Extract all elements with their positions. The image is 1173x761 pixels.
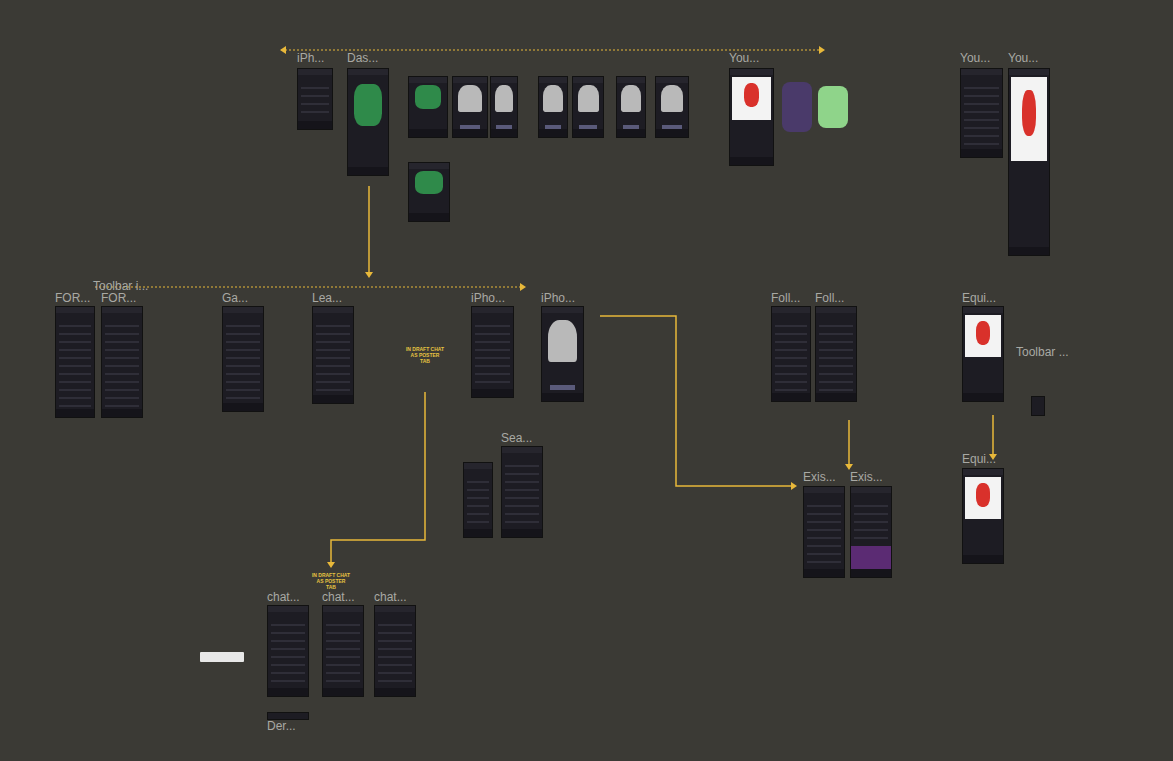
frame-label[interactable]: Equi... bbox=[962, 291, 996, 305]
phone-frame[interactable] bbox=[322, 605, 364, 697]
frame-label[interactable]: Das... bbox=[347, 51, 378, 65]
connector-arrows bbox=[0, 0, 1173, 761]
phone-frame[interactable] bbox=[771, 306, 811, 402]
image-block[interactable] bbox=[200, 652, 244, 662]
phone-frame[interactable] bbox=[1031, 396, 1045, 416]
phone-frame[interactable] bbox=[962, 306, 1004, 402]
frame-label[interactable]: Der... bbox=[267, 719, 296, 733]
phone-frame[interactable] bbox=[452, 76, 488, 138]
phone-frame[interactable] bbox=[463, 462, 493, 538]
phone-frame[interactable] bbox=[267, 712, 309, 720]
phone-frame[interactable] bbox=[222, 306, 264, 412]
frame-label[interactable]: iPho... bbox=[471, 291, 505, 305]
phone-frame[interactable] bbox=[541, 306, 584, 402]
sticky-note[interactable]: IN DRAFT CHAT AS POSTER TAB bbox=[311, 572, 351, 590]
frame-label[interactable]: iPh... bbox=[297, 51, 324, 65]
phone-frame[interactable] bbox=[347, 68, 389, 176]
phone-frame[interactable] bbox=[374, 605, 416, 697]
phone-frame[interactable] bbox=[803, 486, 845, 578]
frame-label[interactable]: FOR... bbox=[101, 291, 136, 305]
phone-frame[interactable] bbox=[471, 306, 514, 398]
image-block[interactable] bbox=[782, 82, 812, 132]
image-block[interactable] bbox=[818, 86, 848, 128]
frame-label[interactable]: Exis... bbox=[803, 470, 836, 484]
phone-frame[interactable] bbox=[490, 76, 518, 138]
frame-label[interactable]: You... bbox=[1008, 51, 1038, 65]
frame-label[interactable]: You... bbox=[960, 51, 990, 65]
phone-frame[interactable] bbox=[815, 306, 857, 402]
phone-frame[interactable] bbox=[960, 68, 1003, 158]
phone-frame[interactable] bbox=[408, 162, 450, 222]
frame-label[interactable]: chat... bbox=[374, 590, 407, 604]
frame-label[interactable]: chat... bbox=[267, 590, 300, 604]
phone-frame[interactable] bbox=[616, 76, 646, 138]
phone-frame[interactable] bbox=[267, 605, 309, 697]
phone-frame[interactable] bbox=[655, 76, 689, 138]
frame-label[interactable]: Exis... bbox=[850, 470, 883, 484]
frame-label[interactable]: Toolbar i... bbox=[93, 279, 148, 293]
phone-frame[interactable] bbox=[297, 68, 333, 130]
phone-frame[interactable] bbox=[408, 76, 448, 138]
phone-frame[interactable] bbox=[1008, 68, 1050, 256]
frame-label[interactable]: iPho... bbox=[541, 291, 575, 305]
phone-frame[interactable] bbox=[101, 306, 143, 418]
phone-frame[interactable] bbox=[572, 76, 604, 138]
frame-label[interactable]: Toolbar ... bbox=[1016, 345, 1069, 359]
figma-canvas[interactable]: iPh... Das... You... You... You... Toolbar i.… bbox=[0, 0, 1173, 761]
frame-label[interactable]: Lea... bbox=[312, 291, 342, 305]
sticky-note[interactable]: IN DRAFT CHAT AS POSTER TAB bbox=[405, 346, 445, 364]
phone-frame[interactable] bbox=[501, 446, 543, 538]
frame-label[interactable]: Foll... bbox=[815, 291, 844, 305]
frame-label[interactable]: Foll... bbox=[771, 291, 800, 305]
phone-frame[interactable] bbox=[962, 468, 1004, 564]
frame-label[interactable]: You... bbox=[729, 51, 759, 65]
phone-frame[interactable] bbox=[538, 76, 568, 138]
frame-label[interactable]: FOR... bbox=[55, 291, 90, 305]
phone-frame[interactable] bbox=[850, 486, 892, 578]
phone-frame[interactable] bbox=[729, 68, 774, 166]
frame-label[interactable]: Sea... bbox=[501, 431, 532, 445]
frame-label[interactable]: Equi... bbox=[962, 452, 996, 466]
frame-label[interactable]: chat... bbox=[322, 590, 355, 604]
phone-frame[interactable] bbox=[312, 306, 354, 404]
frame-label[interactable]: Ga... bbox=[222, 291, 248, 305]
phone-frame[interactable] bbox=[55, 306, 95, 418]
